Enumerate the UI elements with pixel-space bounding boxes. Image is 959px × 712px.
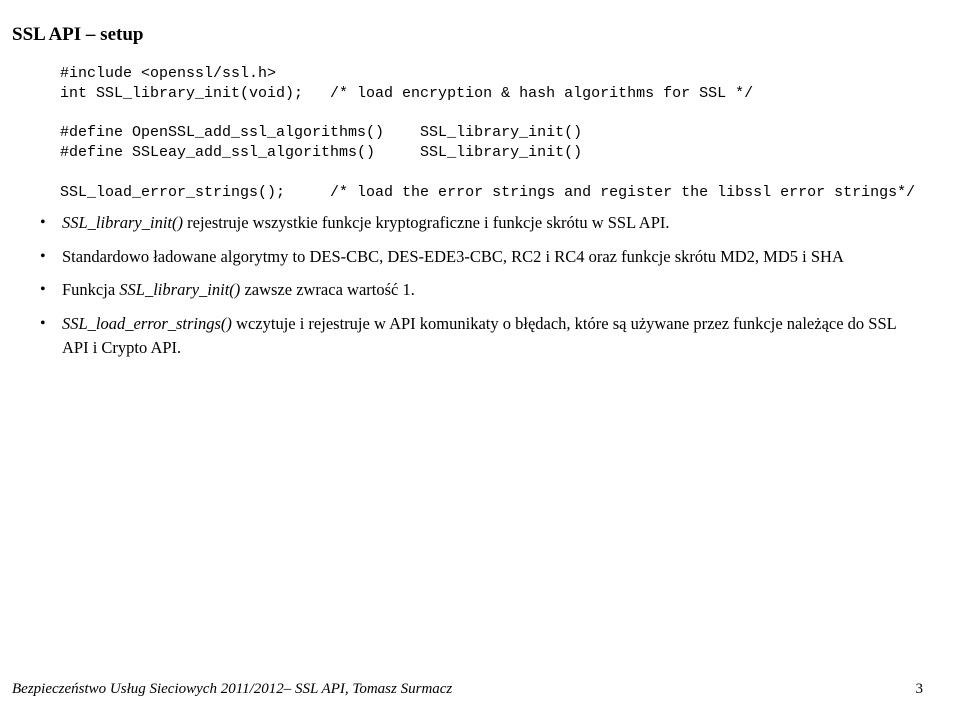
page-number: 3 — [916, 681, 924, 698]
list-item-text: zawsze zwraca wartość 1. — [240, 280, 415, 299]
section-title: SSL API – setup — [12, 24, 923, 46]
list-item: SSL_library_init() rejestruje wszystkie … — [40, 211, 923, 235]
code-line: #define SSLeay_add_ssl_algorithms() SSL_… — [60, 144, 582, 161]
bullet-list: SSL_library_init() rejestruje wszystkie … — [40, 211, 923, 361]
code-line: SSL_load_error_strings(); /* load the er… — [60, 184, 915, 201]
list-item-text: Funkcja — [62, 280, 119, 299]
code-line: int SSL_library_init(void); /* load encr… — [60, 85, 753, 102]
function-name: SSL_library_init() — [62, 213, 183, 232]
function-name: SSL_load_error_strings() — [62, 314, 232, 333]
list-item-text: Standardowo ładowane algorytmy to DES-CB… — [62, 247, 844, 266]
list-item-text: rejestruje wszystkie funkcje kryptografi… — [183, 213, 669, 232]
list-item: SSL_load_error_strings() wczytuje i reje… — [40, 312, 923, 360]
list-item: Funkcja SSL_library_init() zawsze zwraca… — [40, 278, 923, 302]
code-block: #include <openssl/ssl.h> int SSL_library… — [60, 64, 923, 203]
footer: Bezpieczeństwo Usług Sieciowych 2011/201… — [12, 681, 923, 698]
page: SSL API – setup #include <openssl/ssl.h>… — [0, 0, 959, 712]
function-name: SSL_library_init() — [119, 280, 240, 299]
footer-text: Bezpieczeństwo Usług Sieciowych 2011/201… — [12, 681, 452, 698]
code-line: #define OpenSSL_add_ssl_algorithms() SSL… — [60, 124, 582, 141]
code-line: #include <openssl/ssl.h> — [60, 65, 276, 82]
list-item: Standardowo ładowane algorytmy to DES-CB… — [40, 245, 923, 269]
